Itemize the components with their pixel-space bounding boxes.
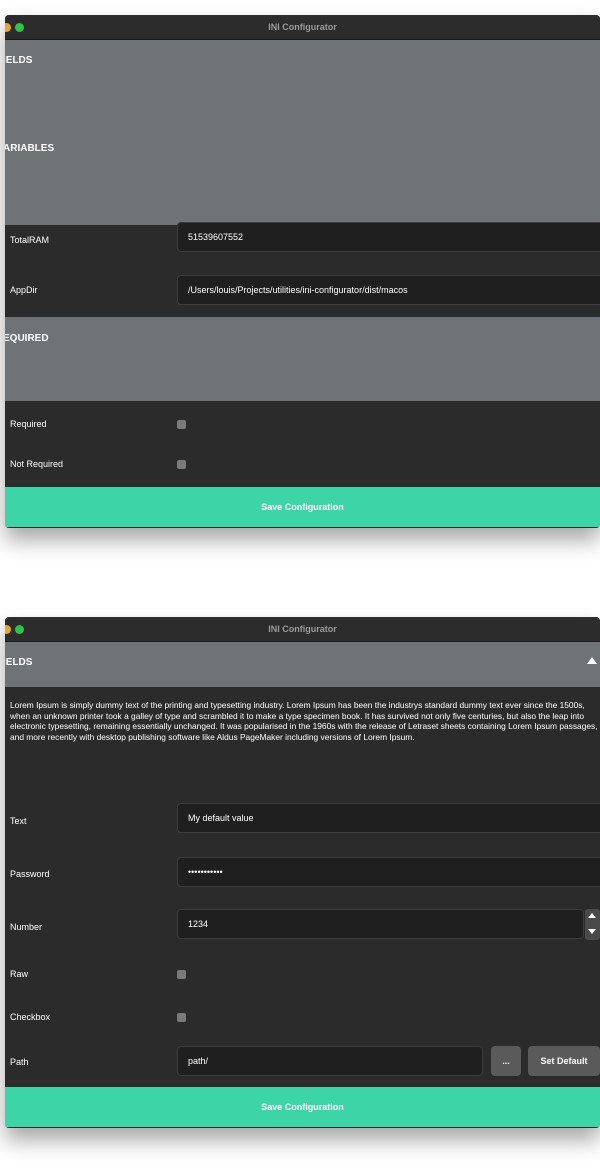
password-label: Password [10, 869, 50, 879]
fields-section-title: IELDS [5, 657, 33, 668]
set-default-button[interactable]: Set Default [528, 1046, 600, 1076]
checkbox-label: Checkbox [10, 1012, 51, 1022]
checkbox-checkbox[interactable] [177, 1013, 186, 1022]
password-input[interactable]: ••••••••••• [177, 857, 600, 887]
text-input[interactable]: My default value [177, 803, 600, 833]
path-input[interactable]: path/ [177, 1046, 483, 1076]
variables-section-title[interactable]: ARIABLES [5, 143, 54, 154]
save-configuration-button[interactable]: Save Configuration [5, 1087, 600, 1127]
fields-section-header[interactable]: IELDS [5, 642, 600, 687]
fields-variables-section: IELDS ARIABLES [5, 40, 600, 225]
window-fields: INI Configurator IELDS Lorem Ipsum is si… [5, 617, 600, 1128]
not-required-checkbox[interactable] [177, 460, 186, 469]
totalram-input[interactable]: 51539607552 [177, 222, 600, 252]
number-stepper[interactable] [585, 909, 600, 940]
fields-description: Lorem Ipsum is simply dummy text of the … [10, 700, 598, 742]
appdir-input[interactable]: /Users/louis/Projects/utilities/ini-conf… [177, 275, 600, 305]
window-variables: INI Configurator IELDS ARIABLES TotalRAM… [5, 15, 600, 528]
save-configuration-button[interactable]: Save Configuration [5, 487, 600, 527]
raw-label: Raw [10, 969, 29, 979]
window-title: INI Configurator [268, 624, 337, 634]
totalram-label: TotalRAM [10, 235, 50, 245]
not-required-label: Not Required [10, 459, 64, 469]
title-bar: INI Configurator [5, 15, 600, 40]
appdir-label: AppDir [10, 285, 38, 295]
stepper-down-icon[interactable] [588, 929, 596, 934]
number-label: Number [10, 922, 43, 932]
number-input[interactable]: 1234 [177, 909, 584, 939]
required-section: EQUIRED [5, 317, 600, 401]
text-label: Text [10, 816, 27, 826]
title-bar: INI Configurator [5, 617, 600, 642]
window-title: INI Configurator [268, 22, 337, 32]
browse-button[interactable]: ... [491, 1046, 521, 1076]
stepper-up-icon[interactable] [588, 913, 596, 918]
collapse-arrow-icon[interactable] [587, 657, 597, 664]
required-checkbox[interactable] [177, 420, 186, 429]
raw-checkbox[interactable] [177, 970, 186, 979]
required-section-title[interactable]: EQUIRED [5, 333, 49, 344]
required-label: Required [10, 419, 47, 429]
fields-section-title[interactable]: IELDS [5, 55, 32, 66]
path-label: Path [10, 1057, 29, 1067]
